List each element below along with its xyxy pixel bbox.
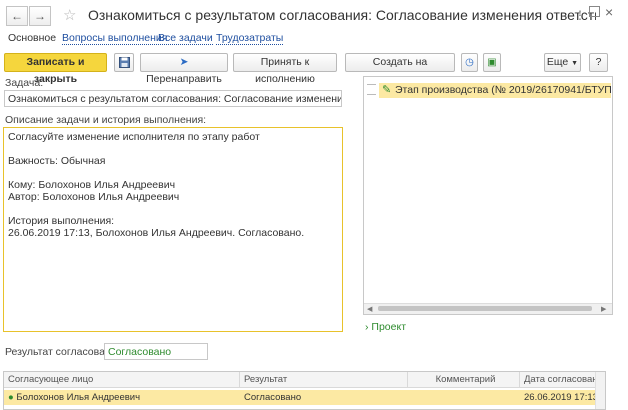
row-comment[interactable] [408, 390, 520, 405]
window-title: Ознакомиться с результатом согласования:… [88, 7, 596, 23]
description-label: Описание задачи и история выполнения: [5, 114, 207, 126]
column-header-date[interactable]: Дата согласования [520, 372, 596, 388]
status-icon: ● [8, 392, 14, 403]
maximize-icon[interactable] [589, 6, 600, 17]
arrow-left-icon: ← [11, 9, 23, 23]
redirect-label: Перенаправить [146, 73, 222, 85]
description-text[interactable]: Согласуйте изменение исполнителя по этап… [3, 127, 343, 332]
star-icon[interactable]: ☆ [63, 6, 76, 24]
more-button[interactable]: Еще ▼ [544, 53, 581, 72]
tab-main[interactable]: Основное [8, 32, 56, 44]
help-button[interactable]: ? [589, 53, 608, 72]
back-button[interactable]: ← [6, 6, 28, 26]
floppy-disk-icon [118, 57, 130, 68]
tab-all-tasks[interactable]: Все задачи [158, 32, 213, 45]
row-result[interactable]: Согласовано [240, 390, 408, 405]
tree-item-label: Этап производства (№ 2019/26170941/БТУП-… [395, 84, 611, 96]
scroll-right-icon[interactable]: ▶ [601, 305, 606, 313]
row-person-cell[interactable]: ● Болохонов Илья Андреевич [6, 390, 240, 405]
description-line: 26.06.2019 17:13, Болохонов Илья Андреев… [8, 227, 305, 239]
tree-toggle-icon[interactable] [367, 84, 376, 95]
subject-panel: ✎ Этап производства (№ 2019/26170941/БТУ… [363, 76, 613, 315]
scroll-left-icon[interactable]: ◀ [367, 305, 372, 313]
row-date[interactable]: 26.06.2019 17:13 [520, 390, 596, 405]
chevron-down-icon: ▼ [571, 60, 579, 67]
tab-labor-costs[interactable]: Трудозатраты [216, 32, 284, 45]
description-line: Автор: Болохонов Илья Андреевич [8, 191, 180, 203]
task-label: Задача: [5, 77, 44, 89]
scrollbar-thumb[interactable] [378, 306, 592, 311]
description-line [8, 167, 338, 179]
clock-icon: ◷ [465, 57, 474, 68]
column-header-result[interactable]: Результат [240, 372, 408, 388]
report-button[interactable]: ▣ [483, 53, 501, 72]
save-button[interactable] [114, 53, 134, 72]
approvers-table: Согласующее лицо Результат Комментарий Д… [3, 371, 606, 410]
accept-button[interactable]: Принять к исполнению [233, 53, 337, 85]
document-check-icon: ✎ [382, 84, 392, 96]
create-based-on-button[interactable]: Создать на основании ▼ [345, 53, 455, 85]
description-line [8, 203, 338, 215]
more-vertical-icon[interactable]: ⋮ [574, 8, 586, 22]
column-header-person[interactable]: Согласующее лицо [4, 372, 240, 388]
arrow-right-icon: → [34, 9, 46, 23]
arrow-right-icon: ➤ [179, 56, 189, 68]
description-line: История выполнения: [8, 215, 115, 227]
forward-button[interactable]: → [29, 6, 51, 26]
description-line: Кому: Болохонов Илья Андреевич [8, 179, 176, 191]
tree-item-production-stage[interactable]: ✎ Этап производства (№ 2019/26170941/БТУ… [379, 83, 611, 98]
description-line [8, 143, 338, 155]
save-and-close-button[interactable]: Записать и закрыть [4, 53, 107, 85]
horizontal-scrollbar[interactable]: ◀ ▶ [364, 303, 612, 314]
project-label: Проект [371, 321, 407, 333]
report-icon: ▣ [487, 57, 497, 68]
column-header-comment[interactable]: Комментарий [408, 372, 520, 388]
redirect-button[interactable]: ➤ Перенаправить [140, 53, 228, 85]
description-line: Важность: Обычная [8, 155, 106, 167]
vertical-scrollbar[interactable] [595, 372, 605, 409]
result-field[interactable]: Согласовано [104, 343, 208, 360]
chevron-right-icon: › [365, 321, 369, 333]
row-person: Болохонов Илья Андреевич [16, 392, 141, 403]
more-label: Еще [546, 56, 569, 68]
project-link[interactable]: › Проект [365, 321, 406, 333]
close-icon[interactable]: × [605, 4, 613, 20]
history-button[interactable]: ◷ [461, 53, 478, 72]
description-line: Согласуйте изменение исполнителя по этап… [8, 131, 260, 143]
tab-execution-questions[interactable]: Вопросы выполнения [62, 32, 168, 45]
task-field[interactable]: Ознакомиться с результатом согласования:… [4, 90, 342, 107]
